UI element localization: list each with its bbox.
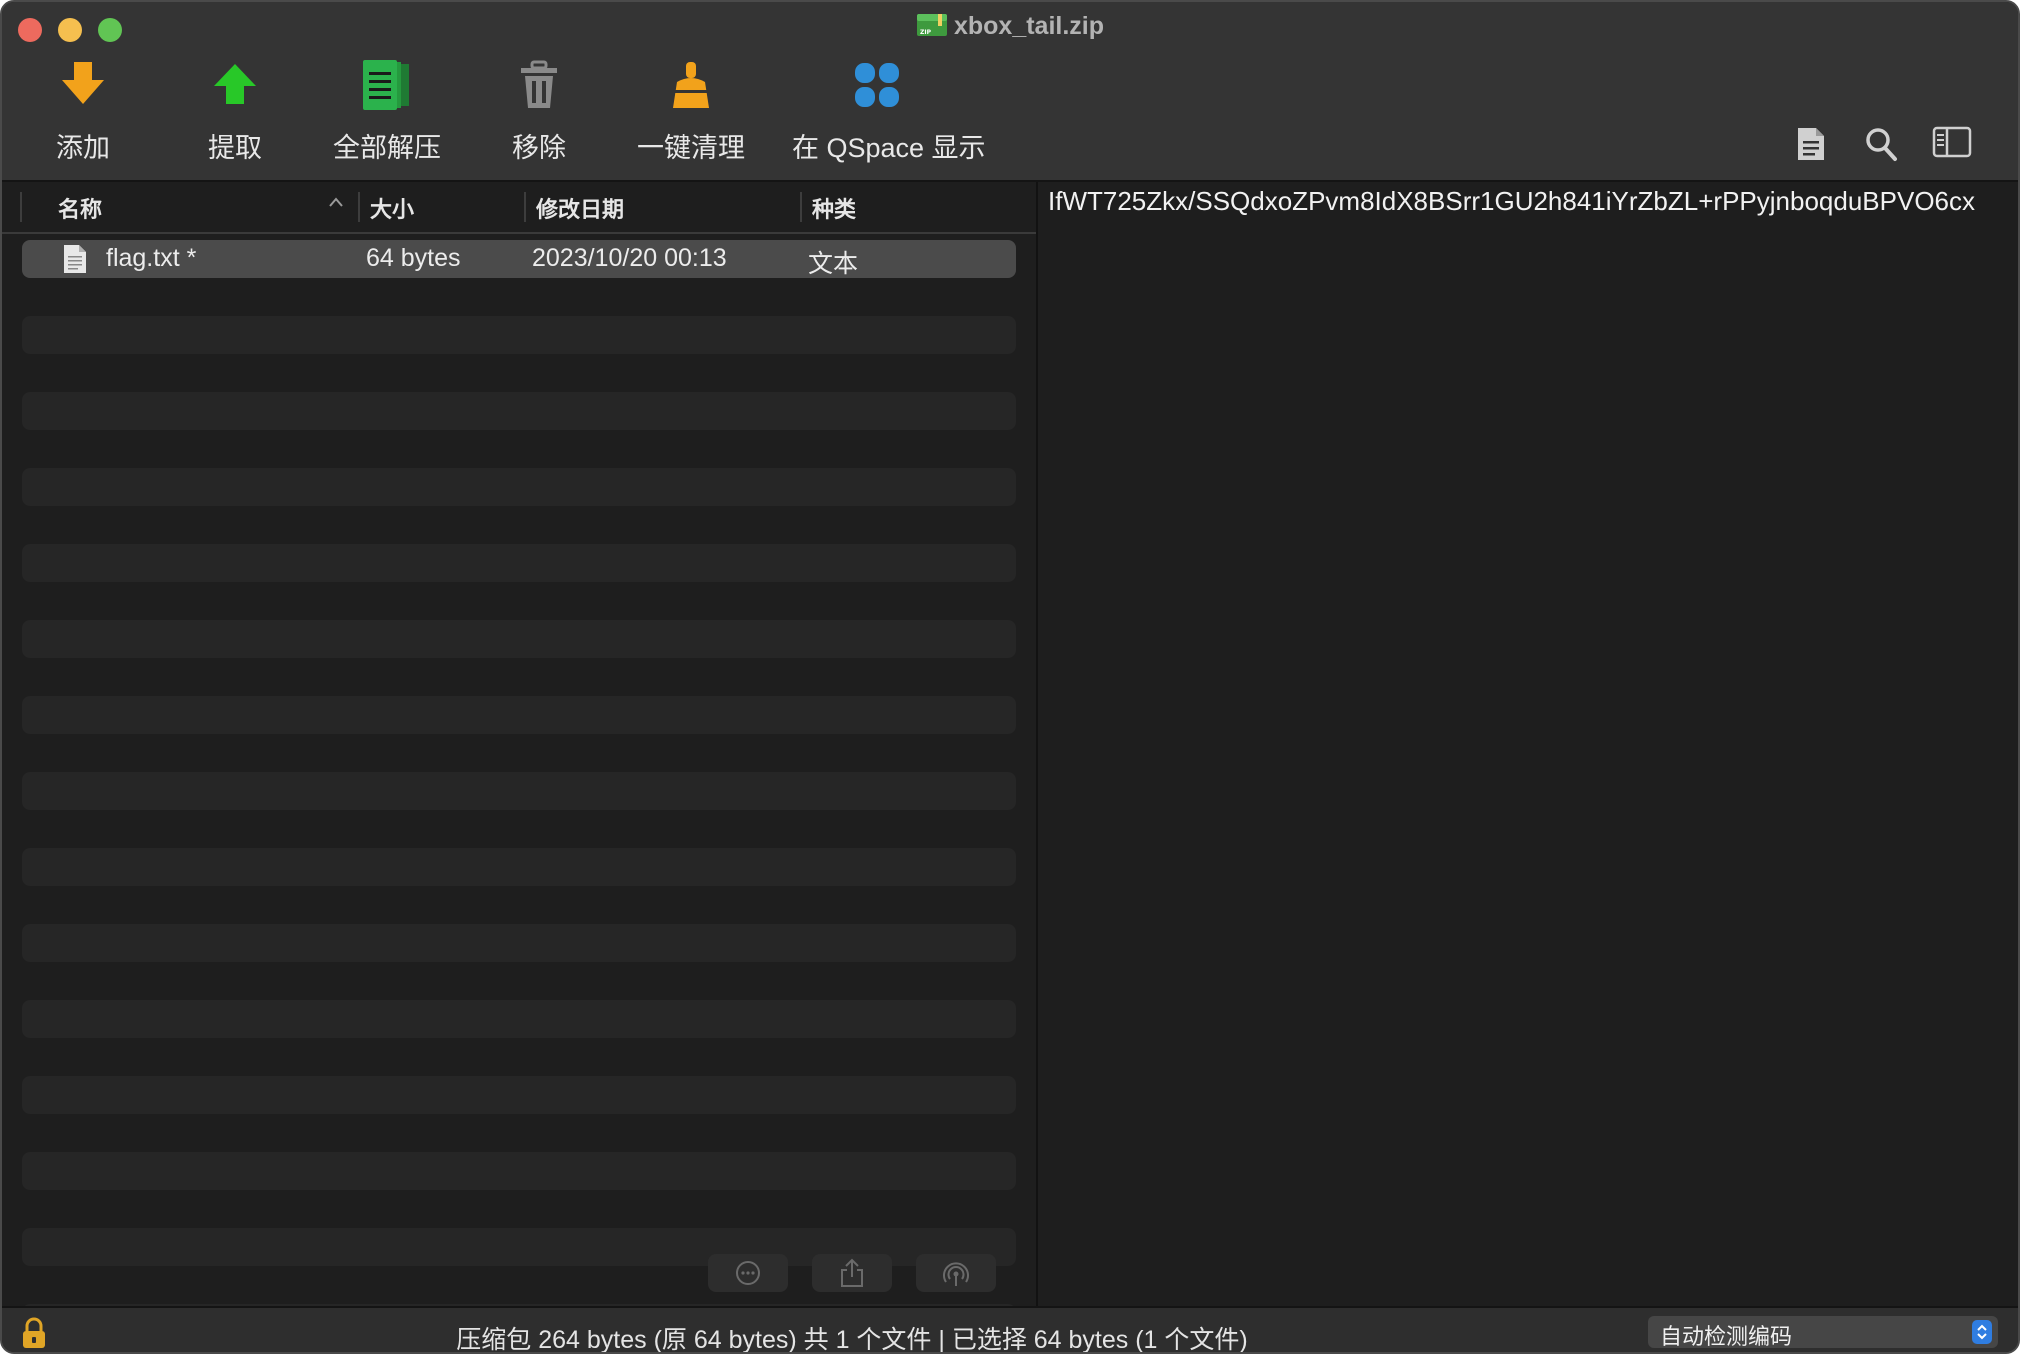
- trash-icon: [521, 60, 557, 108]
- extract-all-button[interactable]: 全部解压: [302, 60, 472, 165]
- search-button[interactable]: [1864, 126, 1898, 167]
- column-modified[interactable]: 修改日期: [536, 192, 624, 224]
- share-button[interactable]: [812, 1254, 892, 1292]
- file-list-pane: 名称 大小 修改日期 种类 flag.txt * 64 bytes 2023/1…: [2, 182, 1036, 1342]
- search-icon: [1866, 128, 1897, 161]
- list-action-buttons: [708, 1254, 996, 1292]
- sidebar-icon: [1932, 126, 1972, 158]
- select-arrows-icon: [1972, 1320, 1992, 1344]
- empty-row: [22, 924, 1016, 962]
- table-row[interactable]: flag.txt * 64 bytes 2023/10/20 00:13 文本: [22, 240, 1016, 278]
- more-button[interactable]: [708, 1254, 788, 1292]
- document-stack-icon: [363, 60, 409, 110]
- show-in-qspace-button[interactable]: 在 QSpace 显示: [792, 60, 986, 165]
- empty-row: [22, 316, 1016, 354]
- show-in-qspace-label: 在 QSpace 显示: [792, 133, 986, 163]
- add-button[interactable]: 添加: [2, 60, 168, 165]
- file-kind: 文本: [808, 250, 859, 278]
- document-icon: [1798, 128, 1824, 160]
- empty-row: [22, 544, 1016, 582]
- status-bar: 压缩包 264 bytes (原 64 bytes) 共 1 个文件 | 已选择…: [2, 1306, 2018, 1354]
- status-summary: 压缩包 264 bytes (原 64 bytes) 共 1 个文件 | 已选择…: [456, 1326, 1248, 1354]
- preview-mode-button[interactable]: [1796, 126, 1826, 167]
- app-window: ZIP xbox_tail.zip 添加 提取 全部解压 移除 一键清理 在 Q…: [0, 0, 2020, 1354]
- preview-pane: IfWT725Zkx/SSQdxoZPvm8IdX8BSrr1GU2h841iY…: [1038, 182, 2018, 1306]
- empty-row: [22, 772, 1016, 810]
- download-arrow-icon: [62, 62, 104, 104]
- column-separator: [20, 192, 22, 222]
- file-list: flag.txt * 64 bytes 2023/10/20 00:13 文本: [22, 240, 1016, 1352]
- four-leaf-icon: [855, 63, 899, 107]
- preview-content: IfWT725Zkx/SSQdxoZPvm8IdX8BSrr1GU2h841iY…: [1048, 186, 1975, 216]
- empty-row: [22, 620, 1016, 658]
- column-header: 名称 大小 修改日期 种类: [2, 182, 1036, 234]
- empty-row: [22, 468, 1016, 506]
- empty-row: [22, 1000, 1016, 1038]
- empty-row: [22, 1152, 1016, 1190]
- svg-text:ZIP: ZIP: [920, 29, 932, 36]
- window-title: ZIP xbox_tail.zip: [2, 12, 2018, 41]
- extract-label: 提取: [208, 133, 262, 163]
- remove-button[interactable]: 移除: [454, 60, 624, 165]
- clean-button[interactable]: 一键清理: [606, 60, 776, 165]
- upload-arrow-icon: [214, 64, 256, 104]
- text-file-icon: [64, 245, 86, 273]
- encoding-label: 自动检测编码: [1660, 1324, 1793, 1349]
- clean-label: 一键清理: [637, 133, 745, 163]
- broom-icon: [673, 62, 709, 108]
- empty-row: [22, 1076, 1016, 1114]
- more-icon: [736, 1261, 760, 1285]
- add-label: 添加: [56, 133, 110, 163]
- remove-label: 移除: [512, 133, 566, 163]
- extract-button[interactable]: 提取: [150, 60, 320, 165]
- airdrop-button[interactable]: [916, 1254, 996, 1292]
- file-name: flag.txt *: [106, 244, 197, 272]
- column-separator: [358, 192, 360, 222]
- encoding-select[interactable]: 自动检测编码: [1648, 1316, 1998, 1349]
- empty-row: [22, 696, 1016, 734]
- sidebar-toggle-button[interactable]: [1932, 126, 1972, 163]
- empty-row: [22, 848, 1016, 886]
- column-separator: [524, 192, 526, 222]
- extract-all-label: 全部解压: [333, 133, 441, 163]
- share-icon: [841, 1258, 863, 1287]
- airdrop-icon: [943, 1262, 969, 1286]
- column-kind[interactable]: 种类: [812, 192, 856, 224]
- file-modified: 2023/10/20 00:13: [532, 244, 727, 272]
- sort-ascending-icon[interactable]: [328, 196, 344, 208]
- column-name[interactable]: 名称: [58, 192, 102, 224]
- toolbar: ZIP xbox_tail.zip 添加 提取 全部解压 移除 一键清理 在 Q…: [2, 2, 2018, 182]
- window-title-text: xbox_tail.zip: [953, 12, 1105, 40]
- file-size: 64 bytes: [366, 244, 461, 272]
- zip-file-icon: ZIP: [916, 14, 947, 36]
- empty-row: [22, 392, 1016, 430]
- column-size[interactable]: 大小: [370, 192, 414, 224]
- column-separator: [800, 192, 802, 222]
